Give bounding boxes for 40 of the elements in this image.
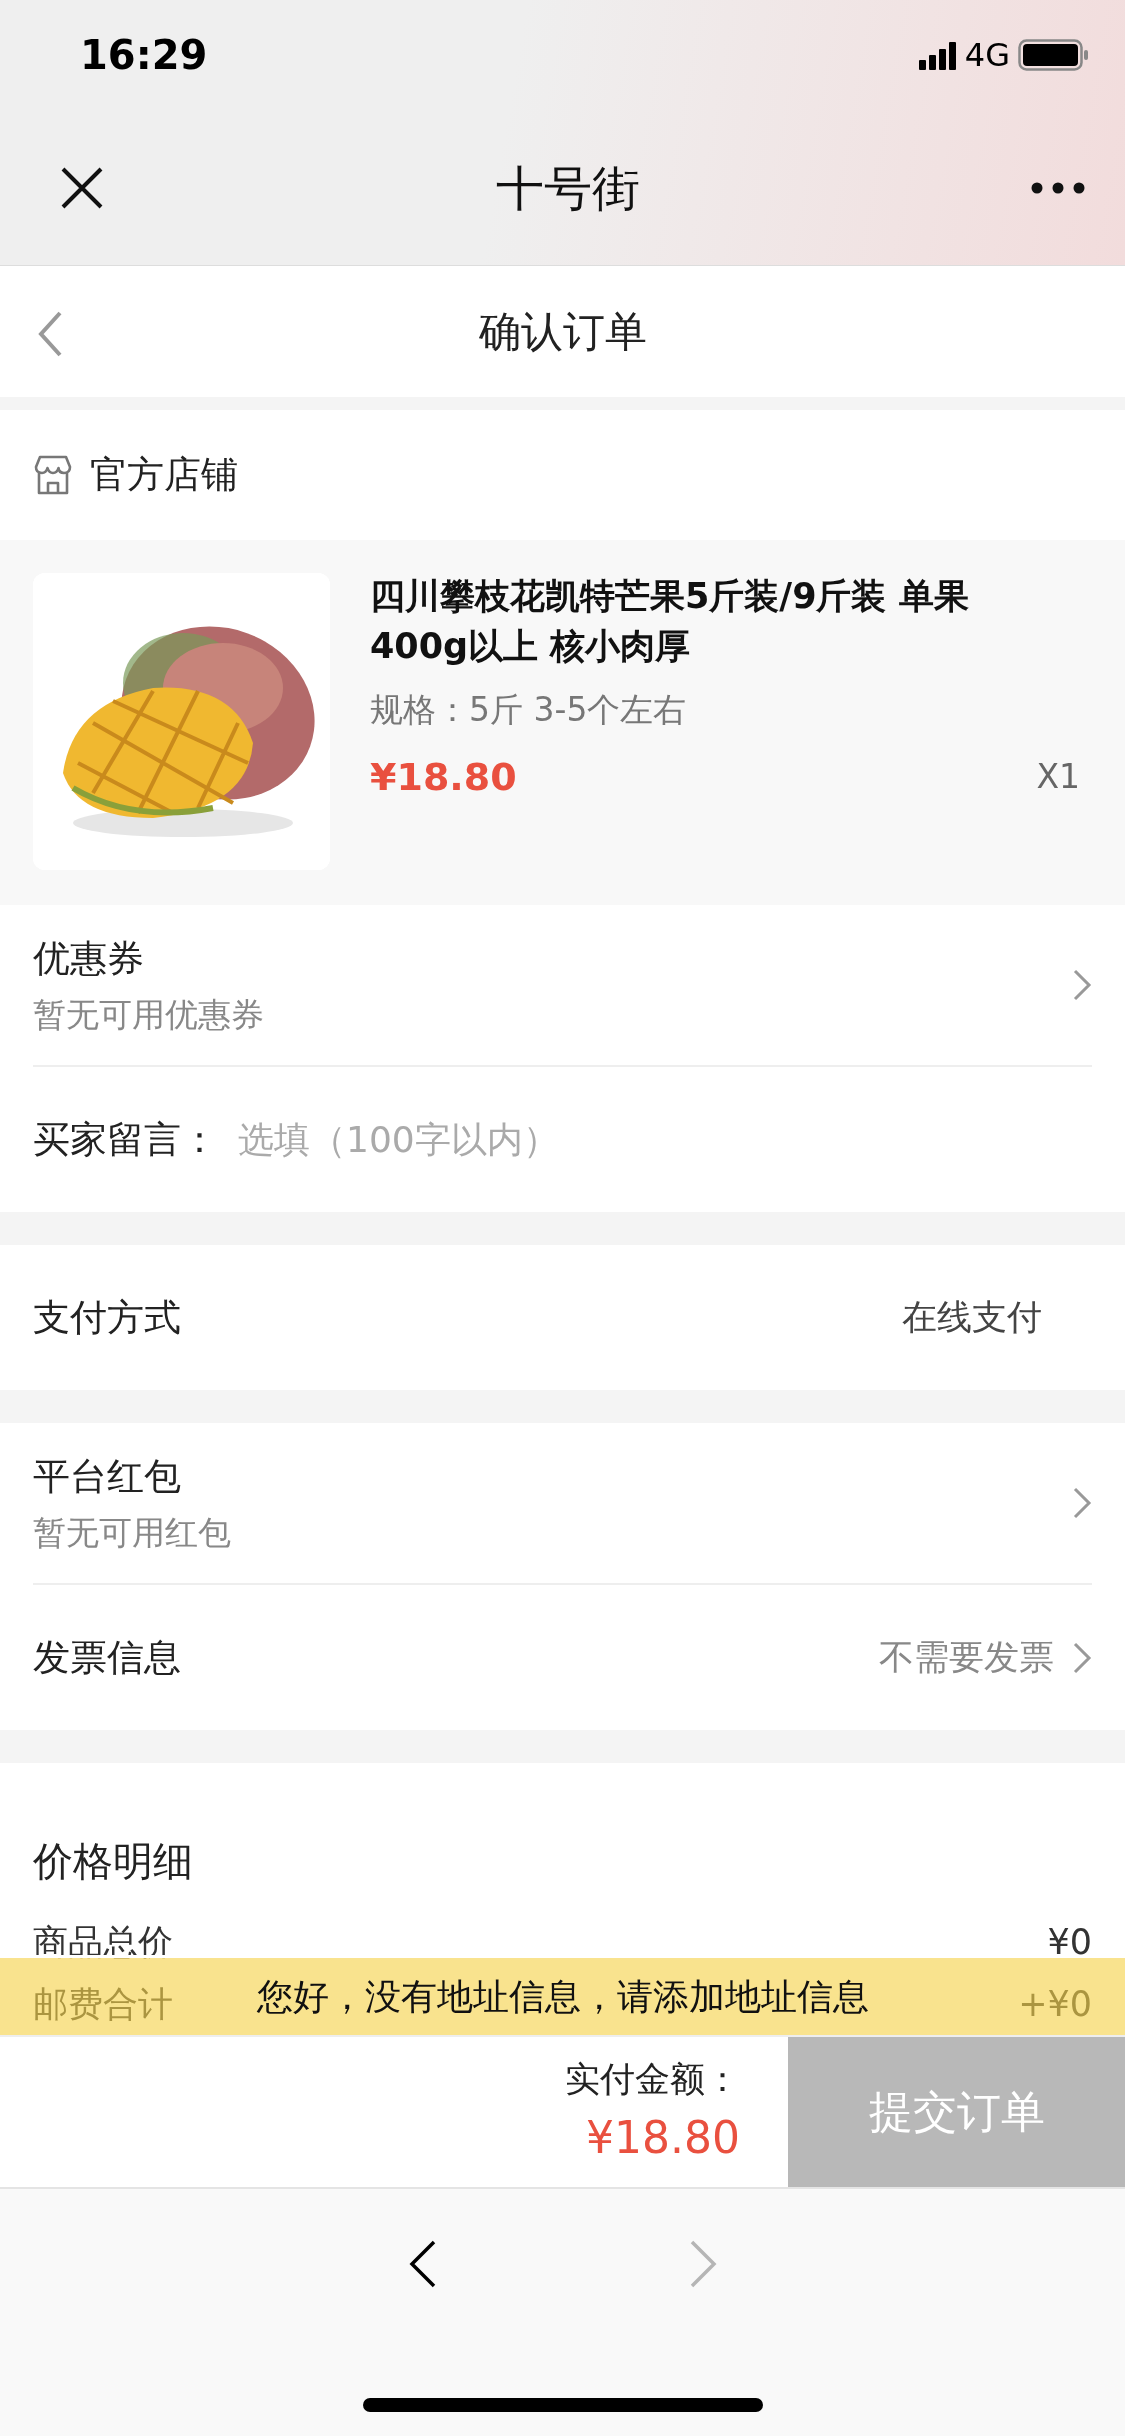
chevron-right-icon	[1072, 1486, 1092, 1520]
price-label: 邮费合计	[33, 1982, 173, 2026]
message-field[interactable]: 选填（100字以内）	[238, 1112, 1092, 1167]
invoice-label: 发票信息	[33, 1634, 181, 1681]
invoice-value: 不需要发票	[879, 1636, 1054, 1680]
status-time: 16:29	[80, 31, 208, 80]
close-button[interactable]	[60, 165, 104, 210]
coupon-row[interactable]: 优惠券 暂无可用优惠券	[0, 905, 1125, 1065]
battery-icon	[1018, 39, 1090, 71]
payment-value: 在线支付	[902, 1296, 1042, 1340]
chevron-right-icon	[1072, 968, 1092, 1002]
coupon-hint: 暂无可用优惠券	[33, 994, 264, 1036]
store-name: 官方店铺	[90, 452, 238, 499]
platform-bonus-label: 平台红包	[33, 1453, 182, 1500]
total-amount: ¥18.80	[586, 2111, 740, 2166]
platform-bonus-hint: 暂无可用红包	[33, 1512, 231, 1554]
invoice-row[interactable]: 发票信息 不需要发票	[0, 1585, 1125, 1730]
platform-bonus-row[interactable]: 平台红包 暂无可用红包	[0, 1423, 1125, 1583]
more-icon	[1031, 181, 1085, 194]
back-icon	[407, 2239, 438, 2289]
signal-icon	[918, 40, 957, 70]
back-icon	[36, 310, 64, 358]
price-value: ¥0	[1047, 1920, 1092, 1964]
close-icon	[60, 165, 104, 210]
page-title: 确认订单	[478, 306, 647, 358]
total-label: 实付金额：	[565, 2057, 740, 2101]
coupon-label: 优惠券	[33, 935, 145, 982]
app-title: 十号街	[495, 158, 640, 218]
section-title: 价格明细	[33, 1837, 194, 1886]
price-value: +¥0	[1018, 1982, 1092, 2026]
product-title: 四川攀枝花凯特芒果5斤装/9斤装 单果400g以上 核小肉厚	[370, 575, 970, 668]
chevron-right-icon	[1072, 1640, 1092, 1675]
product-price: ¥18.80	[370, 753, 517, 801]
more-button[interactable]	[1031, 181, 1085, 194]
product-spec: 规格：5斤 3-5个左右	[370, 689, 688, 731]
back-button[interactable]	[407, 2239, 438, 2289]
product-quantity: X1	[1036, 756, 1080, 799]
network-type: 4G	[964, 35, 1010, 76]
message-label: 买家留言：	[33, 1116, 218, 1163]
payment-label: 支付方式	[33, 1294, 181, 1341]
